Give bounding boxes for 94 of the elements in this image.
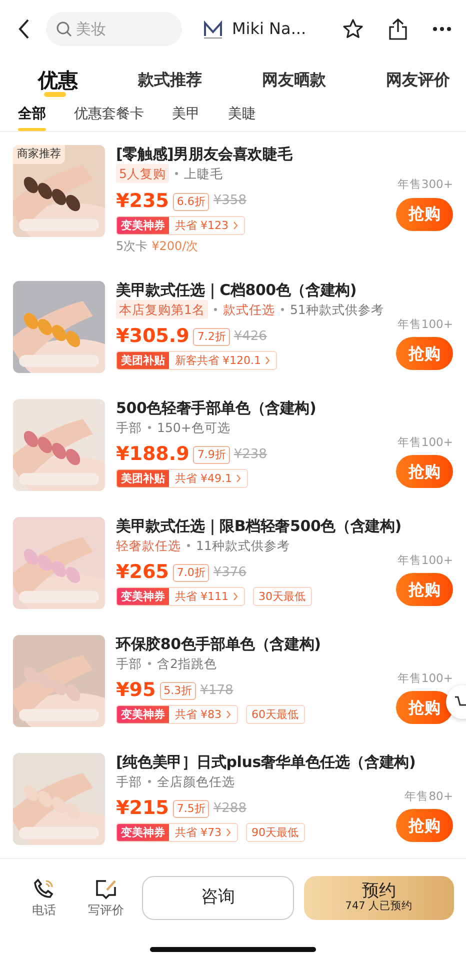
price: ¥235	[116, 192, 169, 210]
savings-text: 新客共省 ¥120.1	[175, 353, 261, 369]
product-title[interactable]: 美甲款式任选｜C档800色（含建构)	[116, 280, 453, 300]
original-price: ¥238	[234, 446, 267, 464]
product-title[interactable]: 500色轻奢手部单色（含建构)	[116, 398, 453, 418]
star-icon[interactable]	[342, 18, 364, 40]
separator-dot	[148, 780, 151, 782]
back-icon[interactable]	[18, 18, 30, 40]
separator-dot	[174, 172, 178, 175]
savings-text: 共省 ¥123	[175, 218, 228, 234]
product-tag: 5人复购	[116, 164, 169, 183]
shop-name[interactable]: Miki Na...	[232, 17, 306, 41]
coupon-tag[interactable]: 变美神券 共省 ¥73	[116, 823, 238, 842]
product-tag: 51种款式供参考	[290, 300, 384, 318]
product-tag: 上睫毛	[184, 164, 223, 183]
savings-text: 共省 ¥49.1	[175, 471, 232, 487]
annual-sales: 年售300+	[397, 176, 453, 194]
separator-dot	[187, 544, 190, 546]
coupon-tag[interactable]: 美团补贴 新客共省 ¥120.1	[116, 351, 277, 370]
more-icon[interactable]	[432, 26, 452, 32]
annual-sales: 年售80+	[404, 788, 453, 805]
lowest-price-tag: 60天最低	[246, 705, 304, 724]
product-tag: 11种款式供参考	[196, 536, 290, 554]
annual-sales: 年售100+	[397, 670, 453, 687]
product-tag: 轻奢款任选	[116, 536, 181, 554]
product-tag: 150+色可选	[157, 418, 230, 436]
product-tag: 本店复购第1名	[116, 300, 208, 318]
filter-tab[interactable]: 全部	[18, 100, 46, 131]
filter-tab[interactable]: 美睫	[228, 100, 256, 131]
separator-dot	[148, 426, 151, 428]
product-tag: 含2指跳色	[157, 654, 217, 672]
annual-sales: 年售100+	[397, 316, 453, 333]
separator-dot	[280, 308, 284, 310]
coupon-tag[interactable]: 变美神券 共省 ¥83	[116, 705, 238, 724]
product-title[interactable]: [零触感]男朋友会喜欢睫毛	[116, 145, 453, 164]
card-price: ¥200/次	[152, 238, 198, 254]
product-title[interactable]: 美甲款式任选｜限B档轻奢500色（含建构)	[116, 516, 453, 536]
product-tag: 款式任选	[222, 300, 275, 318]
tab[interactable]: 款式推荐	[134, 68, 206, 92]
tab[interactable]: 网友晒款	[258, 68, 330, 92]
lowest-price-tag: 30天最低	[252, 587, 312, 606]
coupon-tag[interactable]: 变美神券 共省 ¥123	[116, 216, 244, 234]
original-price: ¥178	[200, 682, 234, 700]
separator-dot	[214, 308, 217, 310]
chevron-right-icon	[226, 710, 230, 719]
product-tag: 手部	[116, 772, 142, 790]
phone-label[interactable]: 电话	[32, 900, 56, 918]
price: ¥215	[116, 799, 169, 818]
chevron-right-icon	[236, 474, 241, 483]
original-price: ¥376	[213, 564, 246, 582]
chevron-right-icon	[232, 592, 238, 601]
separator-dot	[148, 662, 151, 664]
share-icon[interactable]	[388, 18, 408, 40]
discount-tag: 7.5折	[172, 800, 210, 818]
recommend-badge: 商家推荐	[13, 145, 65, 164]
tab[interactable]: 优惠	[34, 65, 82, 95]
savings-text: 共省 ¥111	[175, 589, 228, 605]
book-button[interactable]: 预约 747 人已预约	[304, 876, 454, 920]
product-title[interactable]: 环保胶80色手部单色（含建构)	[116, 634, 453, 654]
shop-logo-icon	[202, 18, 224, 40]
savings-text: 共省 ¥73	[175, 825, 222, 841]
discount-tag: 5.3折	[160, 682, 196, 700]
tab[interactable]: 网友评价	[382, 68, 454, 92]
filter-tab[interactable]: 优惠套餐卡	[74, 100, 144, 131]
product-tag: 手部	[116, 654, 142, 672]
annual-sales: 年售100+	[397, 552, 453, 569]
coupon-tag[interactable]: 变美神券 共省 ¥111	[116, 587, 244, 606]
consult-button[interactable]: 咨询	[142, 876, 294, 920]
phone-icon[interactable]	[32, 876, 56, 900]
price: ¥305.9	[116, 327, 190, 346]
discount-tag: 6.6折	[172, 192, 210, 210]
original-price: ¥426	[234, 328, 267, 346]
coupon-tag[interactable]: 美团补贴 共省 ¥49.1	[116, 469, 248, 488]
price: ¥95	[116, 681, 156, 700]
original-price: ¥358	[213, 192, 246, 210]
discount-tag: 7.9折	[193, 446, 230, 464]
discount-tag: 7.2折	[193, 328, 230, 346]
product-title[interactable]: [纯色美甲］日式plus奢华单色任选（含建构)	[116, 752, 453, 772]
product-tag: 全店颜色任选	[157, 772, 235, 790]
price: ¥265	[116, 563, 169, 582]
annual-sales: 年售100+	[397, 434, 453, 451]
search-icon	[56, 21, 72, 37]
chevron-right-icon	[265, 356, 270, 365]
lowest-price-tag: 90天最低	[246, 823, 304, 842]
discount-tag: 7.0折	[172, 564, 210, 582]
product-tag: 手部	[116, 418, 142, 436]
savings-text: 共省 ¥83	[175, 707, 222, 723]
review-label[interactable]: 写评价	[88, 900, 124, 918]
price: ¥188.9	[116, 445, 190, 464]
original-price: ¥288	[213, 800, 246, 818]
chevron-right-icon	[226, 828, 230, 837]
card-label: 5次卡	[116, 238, 148, 254]
chevron-right-icon	[232, 220, 238, 230]
filter-tab[interactable]: 美甲	[172, 100, 200, 131]
